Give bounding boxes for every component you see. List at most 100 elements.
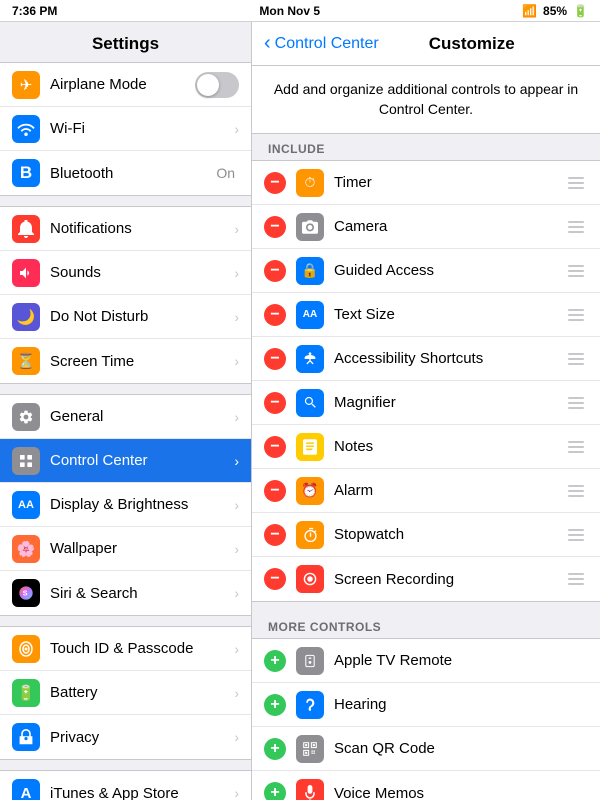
- screen-recording-icon: [296, 565, 324, 593]
- sidebar-item-itunes[interactable]: A iTunes & App Store ›: [0, 771, 251, 800]
- sidebar-label-cc: Control Center: [50, 452, 230, 469]
- airplane-mode-toggle[interactable]: [195, 72, 239, 98]
- description-box: Add and organize additional controls to …: [252, 66, 600, 134]
- remove-camera-btn[interactable]: −: [264, 216, 286, 238]
- general-chevron: ›: [234, 409, 239, 425]
- sidebar-item-privacy[interactable]: Privacy ›: [0, 715, 251, 759]
- camera-icon: [296, 213, 324, 241]
- remove-stopwatch-btn[interactable]: −: [264, 524, 286, 546]
- accessibility-drag-handle[interactable]: [564, 349, 588, 369]
- back-button[interactable]: ‹ Control Center: [264, 32, 379, 55]
- control-item-accessibility[interactable]: − Accessibility Shortcuts: [252, 337, 600, 381]
- alarm-drag-handle[interactable]: [564, 481, 588, 501]
- control-item-hearing[interactable]: + Hearing: [252, 683, 600, 727]
- control-label-magnifier: Magnifier: [334, 394, 564, 411]
- control-item-scan-qr[interactable]: + Scan QR Code: [252, 727, 600, 771]
- sidebar-item-touch-id[interactable]: Touch ID & Passcode ›: [0, 627, 251, 671]
- control-item-alarm[interactable]: − ⏰ Alarm: [252, 469, 600, 513]
- battery-chevron: ›: [234, 685, 239, 701]
- timer-drag-handle[interactable]: [564, 173, 588, 193]
- magnifier-drag-handle[interactable]: [564, 393, 588, 413]
- sidebar-item-control-center[interactable]: Control Center ›: [0, 439, 251, 483]
- scan-qr-icon: [296, 735, 324, 763]
- sidebar-group-main: General › Control Center › AA Display & …: [0, 394, 251, 616]
- sidebar-item-general[interactable]: General ›: [0, 395, 251, 439]
- remove-accessibility-btn[interactable]: −: [264, 348, 286, 370]
- remove-timer-btn[interactable]: −: [264, 172, 286, 194]
- control-label-accessibility: Accessibility Shortcuts: [334, 350, 564, 367]
- remove-alarm-btn[interactable]: −: [264, 480, 286, 502]
- right-panel-title: Customize: [429, 34, 515, 54]
- screen-time-icon: ⏳: [12, 347, 40, 375]
- sidebar-item-wifi[interactable]: Wi-Fi ›: [0, 107, 251, 151]
- sidebar-item-notifications[interactable]: Notifications ›: [0, 207, 251, 251]
- sidebar-label-wallpaper: Wallpaper: [50, 540, 230, 557]
- sidebar-label-notifications: Notifications: [50, 220, 230, 237]
- control-label-guided: Guided Access: [334, 262, 564, 279]
- sidebar-item-battery[interactable]: 🔋 Battery ›: [0, 671, 251, 715]
- guided-drag-handle[interactable]: [564, 261, 588, 281]
- touch-id-chevron: ›: [234, 641, 239, 657]
- sidebar-label-privacy: Privacy: [50, 729, 230, 746]
- stopwatch-drag-handle[interactable]: [564, 525, 588, 545]
- privacy-chevron: ›: [234, 729, 239, 745]
- control-item-text-size[interactable]: − AA Text Size: [252, 293, 600, 337]
- display-icon: AA: [12, 491, 40, 519]
- control-item-notes[interactable]: − Notes: [252, 425, 600, 469]
- sidebar-label-general: General: [50, 408, 230, 425]
- text-size-drag-handle[interactable]: [564, 305, 588, 325]
- touch-id-icon: [12, 635, 40, 663]
- dnd-chevron: ›: [234, 309, 239, 325]
- back-label: Control Center: [275, 35, 379, 53]
- control-item-magnifier[interactable]: − Magnifier: [252, 381, 600, 425]
- add-hearing-btn[interactable]: +: [264, 694, 286, 716]
- sidebar-item-display[interactable]: AA Display & Brightness ›: [0, 483, 251, 527]
- battery-icon: 🔋: [573, 4, 588, 18]
- remove-guided-btn[interactable]: −: [264, 260, 286, 282]
- description-text: Add and organize additional controls to …: [274, 81, 578, 117]
- add-scan-qr-btn[interactable]: +: [264, 738, 286, 760]
- camera-drag-handle[interactable]: [564, 217, 588, 237]
- control-item-guided-access[interactable]: − 🔒 Guided Access: [252, 249, 600, 293]
- add-voice-memos-btn[interactable]: +: [264, 782, 286, 800]
- sidebar-label-touch-id: Touch ID & Passcode: [50, 640, 230, 657]
- control-item-screen-recording[interactable]: − Screen Recording: [252, 557, 600, 601]
- sidebar-item-wallpaper[interactable]: 🌸 Wallpaper ›: [0, 527, 251, 571]
- status-bar: 7:36 PM Mon Nov 5 📶 85% 🔋: [0, 0, 600, 22]
- privacy-icon: [12, 723, 40, 751]
- remove-text-size-btn[interactable]: −: [264, 304, 286, 326]
- sidebar-item-bluetooth[interactable]: B Bluetooth On: [0, 151, 251, 195]
- sidebar-label-itunes: iTunes & App Store: [50, 785, 230, 800]
- screen-time-chevron: ›: [234, 353, 239, 369]
- remove-notes-btn[interactable]: −: [264, 436, 286, 458]
- control-item-voice-memos[interactable]: + Voice Memos: [252, 771, 600, 800]
- apple-tv-icon: [296, 647, 324, 675]
- notes-drag-handle[interactable]: [564, 437, 588, 457]
- sounds-icon: [12, 259, 40, 287]
- cc-chevron: ›: [234, 453, 239, 469]
- sidebar-label-siri: Siri & Search: [50, 585, 230, 602]
- control-item-timer[interactable]: − ⏱ Timer: [252, 161, 600, 205]
- status-time: 7:36 PM: [12, 4, 57, 18]
- sidebar-item-siri[interactable]: S Siri & Search ›: [0, 571, 251, 615]
- add-apple-tv-btn[interactable]: +: [264, 650, 286, 672]
- control-item-apple-tv[interactable]: + Apple TV Remote: [252, 639, 600, 683]
- sidebar-group-network: ✈ Airplane Mode Wi-Fi › B Bluetooth On: [0, 62, 251, 196]
- timer-icon: ⏱: [296, 169, 324, 197]
- siri-chevron: ›: [234, 585, 239, 601]
- control-item-stopwatch[interactable]: − Stopwatch: [252, 513, 600, 557]
- remove-screen-rec-btn[interactable]: −: [264, 568, 286, 590]
- display-chevron: ›: [234, 497, 239, 513]
- sidebar-item-airplane-mode[interactable]: ✈ Airplane Mode: [0, 63, 251, 107]
- magnifier-icon: [296, 389, 324, 417]
- screen-rec-drag-handle[interactable]: [564, 569, 588, 589]
- control-item-camera[interactable]: − Camera: [252, 205, 600, 249]
- sidebar-item-screen-time[interactable]: ⏳ Screen Time ›: [0, 339, 251, 383]
- wifi-settings-icon: [12, 115, 40, 143]
- main-layout: Settings ✈ Airplane Mode Wi-Fi ›: [0, 22, 600, 800]
- sidebar-item-dnd[interactable]: 🌙 Do Not Disturb ›: [0, 295, 251, 339]
- svg-text:S: S: [23, 589, 28, 598]
- sidebar-item-sounds[interactable]: Sounds ›: [0, 251, 251, 295]
- status-right: 📶 85% 🔋: [522, 4, 588, 18]
- remove-magnifier-btn[interactable]: −: [264, 392, 286, 414]
